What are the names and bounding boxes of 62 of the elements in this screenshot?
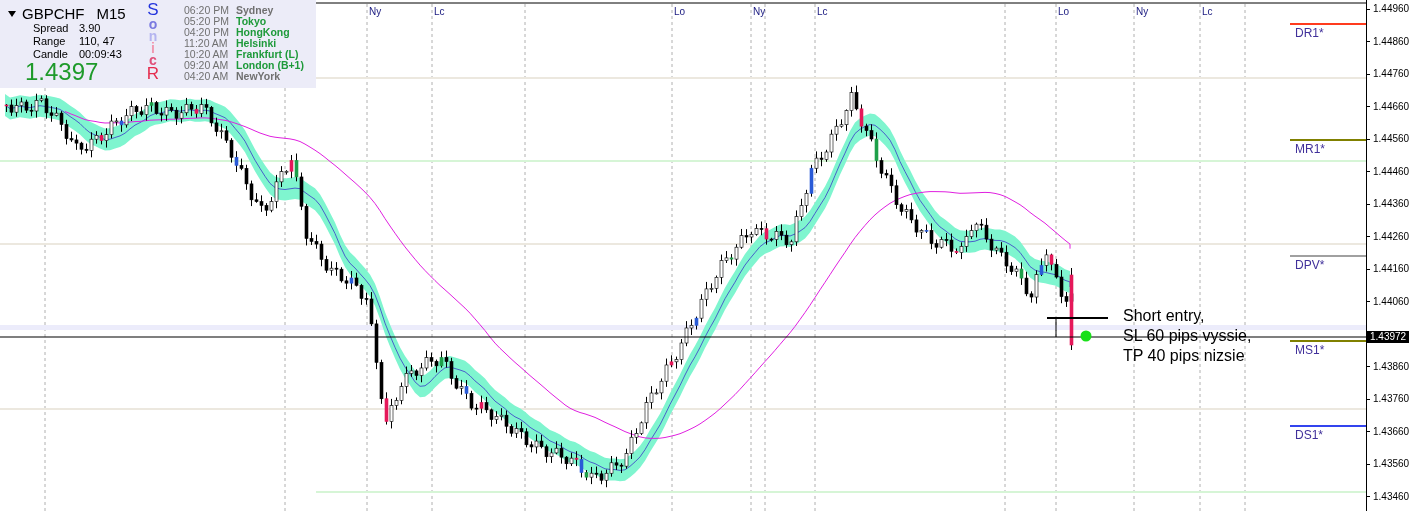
stat-label: Range — [33, 35, 67, 48]
entry-dot — [1080, 330, 1092, 342]
price-tick: 1.44960 — [1373, 4, 1410, 14]
sonic-letter: R — [146, 66, 160, 82]
session-city: Sydney — [236, 5, 274, 16]
session-time: 09:20 AM — [184, 60, 230, 71]
price-tick: 1.43660 — [1373, 426, 1410, 437]
pivot-label: DS1* — [1295, 429, 1323, 441]
sonic-letter: S — [147, 2, 159, 18]
stat-label: Spread — [33, 22, 70, 35]
session-marker: Lc — [434, 7, 445, 17]
price-tick: 1.44660 — [1373, 101, 1410, 112]
price-tick: 1.43560 — [1373, 459, 1410, 470]
session-time: 04:20 AM — [184, 71, 230, 82]
stat-value: 00:09:43 — [79, 48, 122, 61]
stat-value: 3.90 — [79, 22, 101, 35]
pivot-label: DR1* — [1295, 27, 1324, 39]
price-tick: 1.44760 — [1373, 69, 1410, 80]
pivot-label: DPV* — [1295, 259, 1325, 271]
price-tick: 1.43860 — [1373, 361, 1410, 372]
price-tick: 1.44160 — [1373, 264, 1410, 275]
session-city: London (B+1) — [236, 60, 304, 71]
price-tick: 1.44460 — [1373, 166, 1410, 177]
timeframe: M15 — [96, 5, 126, 22]
session-time: 06:20 PM — [184, 5, 230, 16]
price-tick: 1.43760 — [1373, 394, 1410, 405]
session-marker: Ny — [1136, 7, 1149, 17]
price-tick: 1.44260 — [1373, 231, 1410, 242]
price-tick: 1.44060 — [1373, 296, 1410, 307]
pivot-label: MR1* — [1295, 143, 1325, 155]
session-marker: Lo — [674, 7, 686, 17]
sonic-letter: o — [148, 18, 158, 30]
session-time: 11:20 AM — [184, 38, 229, 49]
stat-label: Candle — [33, 48, 69, 61]
sonic-letter: i — [151, 42, 155, 54]
session-marker: Lc — [817, 7, 828, 17]
pivot-label: MS1* — [1295, 344, 1325, 356]
session-marker: Lc — [1202, 7, 1213, 17]
session-city: HongKong — [236, 27, 290, 38]
trade-level-lines — [1046, 317, 1109, 338]
sonic-letter: c — [149, 54, 157, 66]
symbol-name: GBPCHF — [22, 5, 85, 22]
stat-value: 110, 47 — [79, 35, 115, 48]
price-tick: 1.43460 — [1373, 491, 1410, 502]
session-time: 04:20 PM — [184, 27, 230, 38]
session-time: 05:20 PM — [184, 16, 230, 27]
price-tick: 1.44560 — [1373, 134, 1410, 145]
current-price-tag: 1.43972 — [1367, 331, 1410, 343]
session-city: Frankfurt (L) — [236, 49, 299, 60]
annotation-text: Short entry, SL 60 pips vyssie, TP 40 pips nizsie — [1123, 306, 1252, 366]
session-city: Helsinki — [236, 38, 277, 49]
session-marker: Ny — [369, 7, 382, 17]
current-price: 1.4397 — [24, 61, 100, 83]
session-city: Tokyo — [236, 16, 267, 27]
session-time: 10:20 AM — [184, 49, 230, 60]
session-marker: Lo — [1058, 7, 1070, 17]
collapse-caret-icon[interactable] — [8, 10, 16, 17]
price-tick: 1.44360 — [1373, 199, 1410, 210]
session-city: NewYork — [236, 71, 281, 82]
price-tick: 1.44860 — [1373, 36, 1410, 47]
session-marker: Ny — [753, 7, 766, 17]
sonic-letter: n — [148, 30, 158, 42]
